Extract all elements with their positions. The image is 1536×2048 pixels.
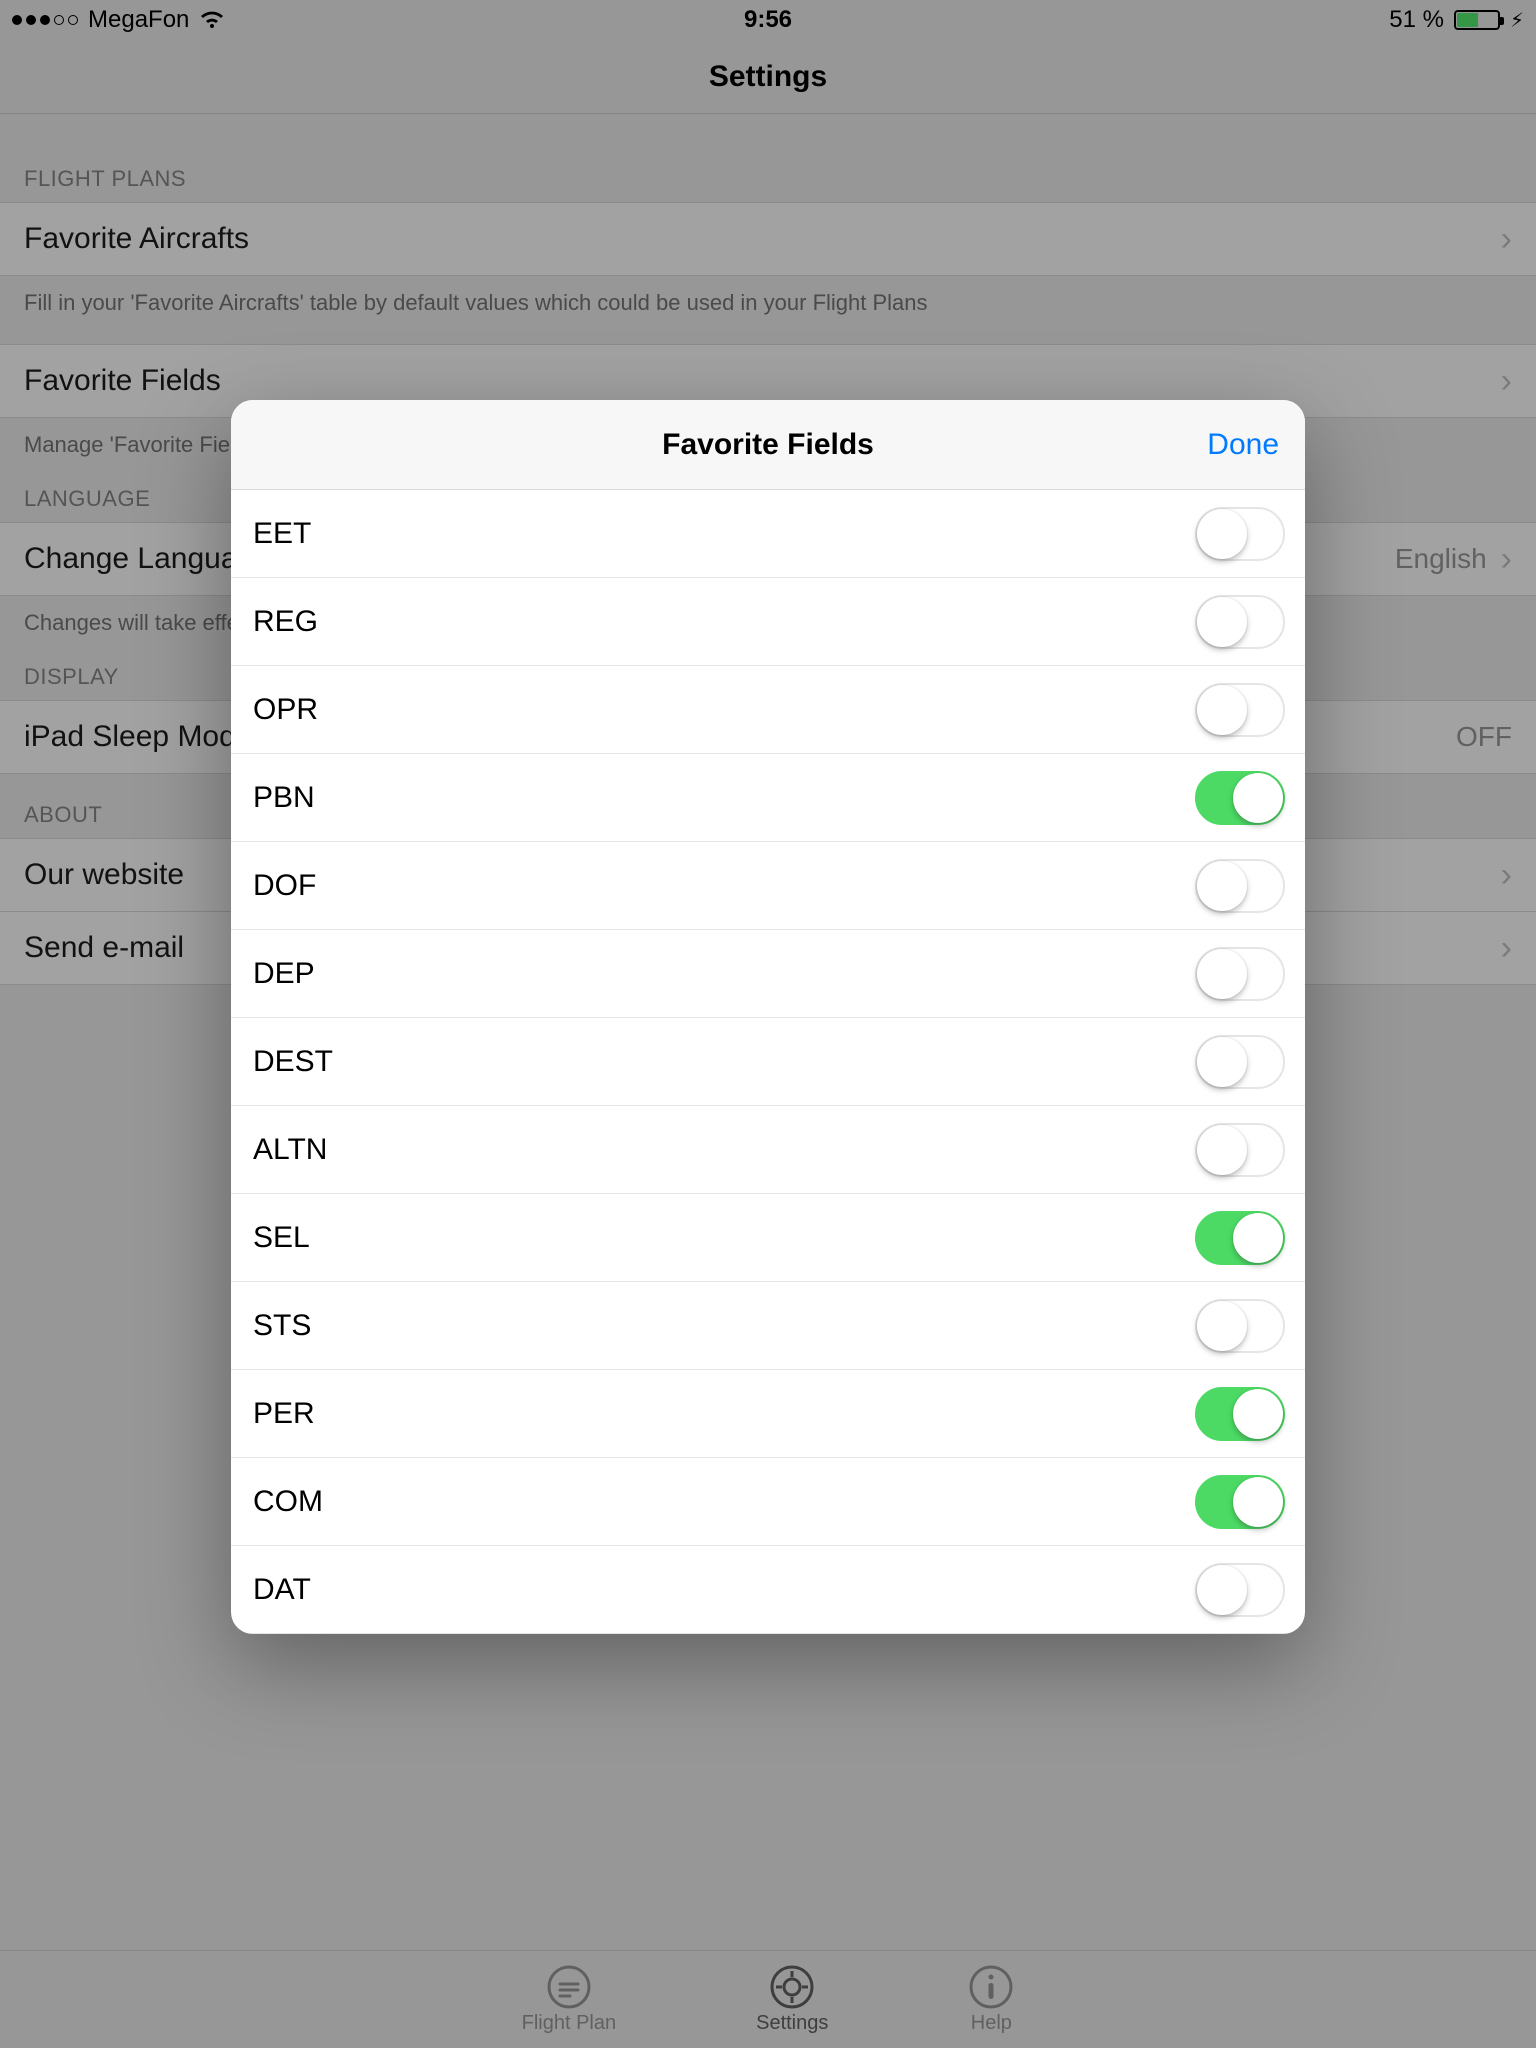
tab-bar: Flight Plan Settings Help xyxy=(0,1950,1536,2048)
toggle-knob xyxy=(1197,949,1247,999)
field-row-eet: EET xyxy=(231,490,1305,578)
field-row-dat: DAT xyxy=(231,1546,1305,1634)
modal-list[interactable]: EET REG OPR PBN DOF DEP DEST ALTN SEL STS PER COM DA… xyxy=(231,490,1305,1634)
row-title: Favorite Fields xyxy=(24,364,221,398)
toggle-dof[interactable] xyxy=(1195,859,1285,913)
toggle-pbn[interactable] xyxy=(1195,771,1285,825)
field-row-reg: REG xyxy=(231,578,1305,666)
gear-icon xyxy=(769,1964,815,2010)
tab-settings[interactable]: Settings xyxy=(756,1964,828,2035)
field-label: STS xyxy=(253,1309,311,1343)
toggle-knob xyxy=(1233,1477,1283,1527)
field-label: DOF xyxy=(253,869,316,903)
page-title: Settings xyxy=(0,40,1536,114)
field-label: EET xyxy=(253,517,311,551)
chevron-right-icon: › xyxy=(1501,540,1512,579)
toggle-reg[interactable] xyxy=(1195,595,1285,649)
battery-icon xyxy=(1454,10,1500,30)
modal-header: Favorite Fields Done xyxy=(231,400,1305,490)
row-title: Our website xyxy=(24,858,184,892)
field-row-sel: SEL xyxy=(231,1194,1305,1282)
field-label: DEST xyxy=(253,1045,333,1079)
info-icon xyxy=(968,1964,1014,2010)
row-footer: Fill in your 'Favorite Aircrafts' table … xyxy=(0,276,1536,316)
toggle-knob xyxy=(1197,509,1247,559)
field-label: COM xyxy=(253,1485,323,1519)
field-row-sts: STS xyxy=(231,1282,1305,1370)
field-row-opr: OPR xyxy=(231,666,1305,754)
row-favorite-aircrafts[interactable]: Favorite Aircrafts › xyxy=(0,202,1536,276)
field-row-altn: ALTN xyxy=(231,1106,1305,1194)
tab-flight-plan[interactable]: Flight Plan xyxy=(522,1964,617,2035)
toggle-com[interactable] xyxy=(1195,1475,1285,1529)
field-row-dof: DOF xyxy=(231,842,1305,930)
signal-strength-icon xyxy=(12,15,78,25)
row-value: OFF xyxy=(1456,721,1512,753)
row-title: Favorite Aircrafts xyxy=(24,222,249,256)
tab-label: Help xyxy=(971,2012,1012,2035)
toggle-altn[interactable] xyxy=(1195,1123,1285,1177)
tab-label: Settings xyxy=(756,2012,828,2035)
toggle-knob xyxy=(1197,1037,1247,1087)
toggle-dat[interactable] xyxy=(1195,1563,1285,1617)
carrier-label: MegaFon xyxy=(88,6,189,34)
toggle-knob xyxy=(1197,1125,1247,1175)
toggle-knob xyxy=(1197,1301,1247,1351)
toggle-dest[interactable] xyxy=(1195,1035,1285,1089)
field-row-com: COM xyxy=(231,1458,1305,1546)
field-label: PER xyxy=(253,1397,315,1431)
toggle-knob xyxy=(1233,1389,1283,1439)
field-label: REG xyxy=(253,605,318,639)
toggle-sts[interactable] xyxy=(1195,1299,1285,1353)
wifi-icon xyxy=(199,10,225,30)
row-title: iPad Sleep Mode xyxy=(24,720,253,754)
toggle-opr[interactable] xyxy=(1195,683,1285,737)
done-button[interactable]: Done xyxy=(1207,400,1279,489)
field-label: PBN xyxy=(253,781,315,815)
chevron-right-icon: › xyxy=(1501,856,1512,895)
charging-icon: ⚡︎ xyxy=(1510,8,1524,33)
chevron-right-icon: › xyxy=(1501,362,1512,401)
toggle-knob xyxy=(1233,773,1283,823)
row-value: English xyxy=(1395,543,1487,575)
toggle-knob xyxy=(1197,861,1247,911)
toggle-knob xyxy=(1233,1213,1283,1263)
field-row-per: PER xyxy=(231,1370,1305,1458)
field-row-dep: DEP xyxy=(231,930,1305,1018)
row-title: Send e-mail xyxy=(24,931,184,965)
section-header-flight-plans: FLIGHT PLANS xyxy=(0,114,1536,202)
field-label: ALTN xyxy=(253,1133,327,1167)
chevron-right-icon: › xyxy=(1501,929,1512,968)
modal-title: Favorite Fields xyxy=(662,428,874,462)
field-row-dest: DEST xyxy=(231,1018,1305,1106)
status-bar: MegaFon 9:56 51 % ⚡︎ xyxy=(0,0,1536,40)
flight-plan-icon xyxy=(546,1964,592,2010)
toggle-knob xyxy=(1197,597,1247,647)
tab-help[interactable]: Help xyxy=(968,1964,1014,2035)
field-label: DAT xyxy=(253,1573,311,1607)
field-label: SEL xyxy=(253,1221,310,1255)
toggle-eet[interactable] xyxy=(1195,507,1285,561)
field-label: OPR xyxy=(253,693,318,727)
chevron-right-icon: › xyxy=(1501,220,1512,259)
battery-percent: 51 % xyxy=(1389,6,1444,34)
toggle-dep[interactable] xyxy=(1195,947,1285,1001)
field-row-pbn: PBN xyxy=(231,754,1305,842)
tab-label: Flight Plan xyxy=(522,2012,617,2035)
clock: 9:56 xyxy=(744,6,792,34)
toggle-sel[interactable] xyxy=(1195,1211,1285,1265)
toggle-knob xyxy=(1197,1565,1247,1615)
favorite-fields-modal: Favorite Fields Done EET REG OPR PBN DOF DEP D… xyxy=(231,400,1305,1634)
toggle-per[interactable] xyxy=(1195,1387,1285,1441)
toggle-knob xyxy=(1197,685,1247,735)
field-label: DEP xyxy=(253,957,315,991)
